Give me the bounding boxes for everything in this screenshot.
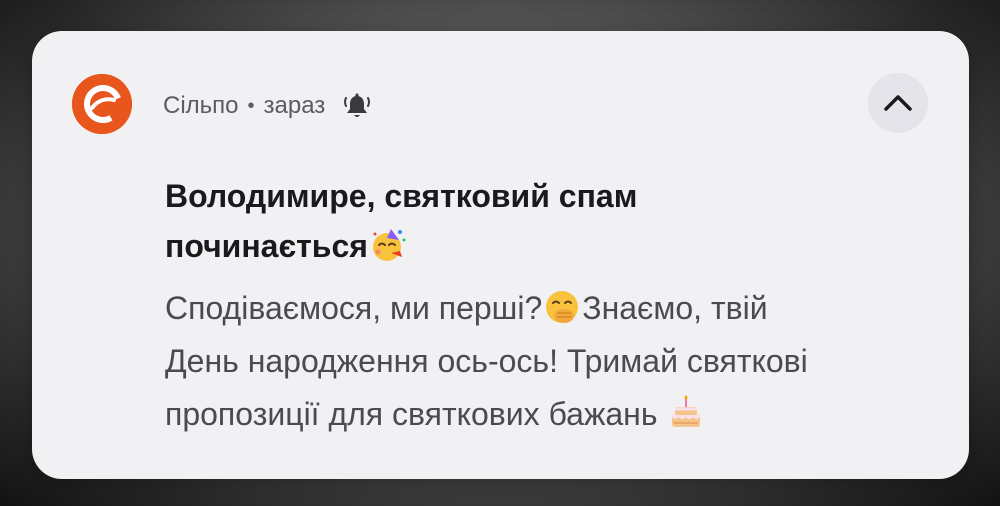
notification-card[interactable]: Сільпо • зараз Володимире, святковий спа…	[32, 31, 969, 479]
app-name: Сільпо	[163, 92, 239, 119]
title-line-2: починається	[165, 228, 368, 264]
message-line-2: День народження ось-ось! Тримай святкові	[165, 343, 808, 379]
notification-title: Володимире, святковий спам починається	[165, 171, 815, 271]
separator-dot: •	[247, 94, 255, 117]
chevron-up-icon	[884, 95, 912, 111]
silpo-logo-icon	[72, 74, 132, 134]
message-part-2: Знаємо, твій	[582, 290, 768, 326]
collapse-button[interactable]	[868, 73, 928, 133]
message-line-3: пропозиції для святкових бажань	[165, 396, 667, 432]
message-part-1: Сподіваємося, ми перші?	[165, 290, 543, 326]
birthday-cake-emoji	[667, 394, 705, 432]
bell-icon	[343, 92, 371, 120]
hand-over-mouth-emoji	[543, 288, 581, 326]
notification-header: Сільпо • зараз	[163, 86, 371, 126]
notification-message: Сподіваємося, ми перші? Знаємо, твій Ден…	[165, 282, 945, 441]
partying-face-emoji	[369, 226, 407, 264]
title-line-1: Володимире, святковий спам	[165, 178, 638, 214]
notification-time: зараз	[263, 92, 326, 119]
